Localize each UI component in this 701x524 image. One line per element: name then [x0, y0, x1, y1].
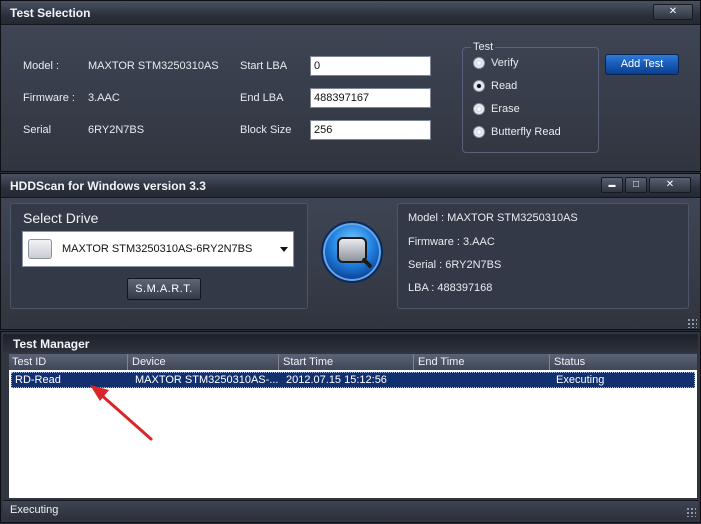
start-lba-input[interactable] — [310, 56, 431, 76]
model-label: Model : — [23, 60, 60, 72]
serial-label: Serial — [23, 124, 52, 136]
close-button[interactable]: ✕ — [649, 177, 691, 193]
radio-label: Butterfly Read — [491, 126, 561, 138]
column-header[interactable]: End Time — [415, 354, 550, 370]
select-drive-panel: Select Drive MAXTOR STM3250310AS-6RY2N7B… — [10, 203, 308, 309]
minimize-button[interactable]: ▬ — [601, 177, 623, 193]
cell-status: Executing — [556, 374, 605, 386]
close-icon: ✕ — [668, 6, 678, 17]
radio-erase[interactable]: Erase — [473, 103, 520, 115]
firmware-label: Firmware : — [23, 92, 75, 104]
block-size-input[interactable] — [310, 120, 431, 140]
end-lba-label: End LBA — [240, 92, 284, 104]
magnifier-handle-icon — [361, 257, 373, 269]
cell-test-id: RD-Read — [15, 374, 61, 386]
info-model: Model : MAXTOR STM3250310AS — [408, 212, 578, 224]
chevron-down-icon[interactable] — [280, 247, 288, 252]
info-lba: LBA : 488397168 — [408, 282, 493, 294]
minimize-icon: ▬ — [608, 182, 616, 189]
test-selection-body: Model : MAXTOR STM3250310AS Firmware : 3… — [1, 25, 700, 171]
maximize-icon: □ — [632, 179, 640, 190]
info-serial: Serial : 6RY2N7BS — [408, 259, 502, 271]
drive-dropdown[interactable]: MAXTOR STM3250310AS-6RY2N7BS — [22, 231, 294, 267]
end-lba-input[interactable] — [310, 88, 431, 108]
window-title: HDDScan for Windows version 3.3 — [10, 179, 206, 193]
test-manager-header: Test Manager — [3, 334, 698, 352]
test-selection-titlebar: Test Selection ✕ — [1, 1, 700, 25]
smart-label: S.M.A.R.T. — [135, 283, 193, 295]
table-row[interactable]: RD-Read MAXTOR STM3250310AS-... 2012.07.… — [11, 372, 695, 388]
status-bar: Executing — [3, 500, 698, 520]
radio-icon — [473, 103, 485, 115]
serial-value: 6RY2N7BS — [88, 124, 145, 136]
main-body: Select Drive MAXTOR STM3250310AS-6RY2N7B… — [1, 198, 700, 329]
status-text: Executing — [10, 504, 59, 516]
hddscan-main-window: HDDScan for Windows version 3.3 ▬ □ ✕ Se… — [0, 173, 701, 330]
scan-drive-button[interactable] — [321, 221, 383, 283]
main-titlebar: HDDScan for Windows version 3.3 ▬ □ ✕ — [1, 174, 700, 198]
column-header[interactable]: Test ID — [9, 354, 128, 370]
close-button[interactable]: ✕ — [653, 4, 693, 20]
hard-drive-icon — [28, 239, 52, 259]
model-value: MAXTOR STM3250310AS — [88, 60, 219, 72]
column-header[interactable]: Status — [551, 354, 697, 370]
radio-read[interactable]: Read — [473, 80, 517, 92]
maximize-button[interactable]: □ — [625, 177, 647, 193]
test-manager-window: Test Manager Test ID Device Start Time E… — [0, 331, 701, 523]
radio-icon — [473, 126, 485, 138]
radio-butterfly-read[interactable]: Butterfly Read — [473, 126, 561, 138]
add-test-button[interactable]: Add Test — [605, 54, 679, 75]
start-lba-label: Start LBA — [240, 60, 288, 72]
test-selection-window: Test Selection ✕ Model : MAXTOR STM32503… — [0, 0, 701, 172]
cell-device: MAXTOR STM3250310AS-... — [135, 374, 279, 386]
test-table: Test ID Device Start Time End Time Statu… — [9, 354, 697, 498]
table-header: Test ID Device Start Time End Time Statu… — [9, 354, 697, 370]
window-title: Test Selection — [10, 6, 91, 20]
drive-selected-value: MAXTOR STM3250310AS-6RY2N7BS — [62, 243, 253, 255]
test-group-title: Test — [471, 41, 496, 53]
drive-info-panel: Model : MAXTOR STM3250310AS Firmware : 3… — [397, 203, 689, 309]
smart-button[interactable]: S.M.A.R.T. — [127, 278, 201, 300]
block-size-label: Block Size — [240, 124, 292, 136]
radio-label: Erase — [491, 103, 520, 115]
column-header[interactable]: Start Time — [280, 354, 414, 370]
column-header[interactable]: Device — [129, 354, 279, 370]
info-firmware: Firmware : 3.AAC — [408, 236, 495, 248]
radio-label: Read — [491, 80, 518, 92]
radio-verify[interactable]: Verify — [473, 57, 519, 69]
firmware-value: 3.AAC — [88, 92, 120, 104]
radio-label: Verify — [491, 57, 519, 69]
radio-selected-icon — [473, 80, 485, 92]
resize-grip-icon[interactable] — [686, 507, 696, 517]
test-manager-title: Test Manager — [13, 337, 90, 351]
cell-start-time: 2012.07.15 15:12:56 — [286, 374, 387, 386]
resize-grip-icon[interactable] — [687, 318, 697, 328]
select-drive-label: Select Drive — [23, 210, 99, 226]
close-icon: ✕ — [665, 179, 675, 190]
radio-icon — [473, 57, 485, 69]
add-test-label: Add Test — [620, 58, 664, 70]
